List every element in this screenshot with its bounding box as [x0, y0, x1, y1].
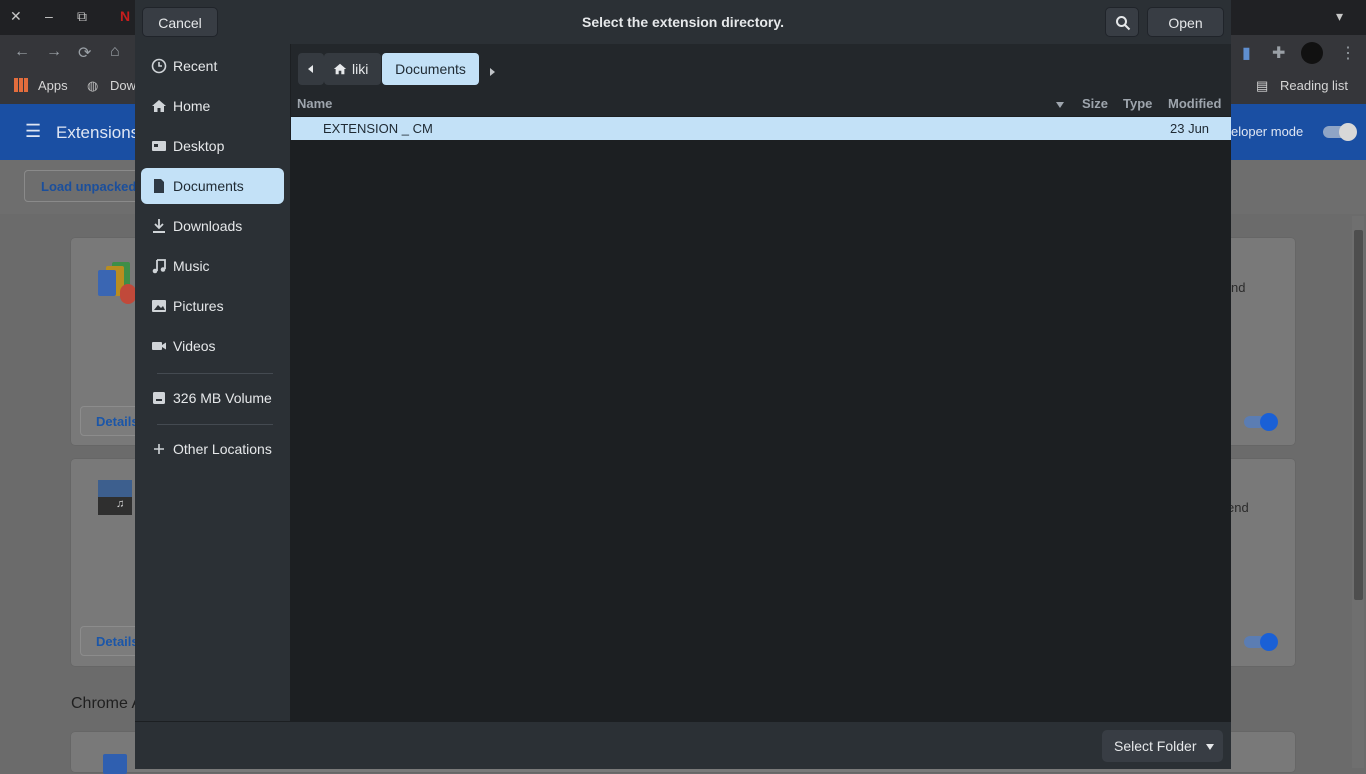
chrome-apps-section-title: Chrome A — [71, 695, 143, 712]
sidebar-item-volume[interactable]: 326 MB Volume — [141, 380, 284, 416]
sidebar-item-desktop[interactable]: Desktop — [141, 128, 284, 164]
card-1-text: nd — [1231, 280, 1246, 295]
sidebar-item-label: Recent — [173, 58, 218, 74]
sidebar-separator — [157, 373, 273, 374]
file-name: EXTENSION _ CM — [323, 121, 433, 136]
tab-search-icon[interactable]: ▾ — [1336, 8, 1343, 25]
load-unpacked-button[interactable]: Load unpacked — [24, 170, 144, 202]
minimize-window-icon[interactable]: – — [45, 8, 53, 24]
reload-icon[interactable]: ⟳ — [78, 43, 91, 63]
file-filter-label: Select Folder — [1114, 738, 1197, 754]
file-filter-select[interactable]: Select Folder — [1102, 730, 1223, 762]
sidebar-item-label: Other Locations — [173, 441, 272, 457]
sidebar-item-downloads[interactable]: Downloads — [141, 208, 284, 244]
avatar[interactable] — [1301, 42, 1323, 64]
file-modified: 23 Jun — [1170, 121, 1210, 136]
extension-logo-1 — [98, 262, 136, 304]
bookmark-apps[interactable]: Apps — [38, 78, 68, 93]
chevron-down-icon — [1206, 744, 1214, 750]
extensions-title: Extensions — [56, 123, 140, 142]
restore-window-icon[interactable]: ⧉ — [77, 8, 87, 25]
page-scrollbar-thumb[interactable] — [1354, 230, 1363, 600]
sort-descending-icon[interactable] — [1055, 101, 1065, 109]
sidebar-item-label: Pictures — [173, 298, 224, 314]
home-icon — [333, 63, 347, 75]
sidebar-item-pictures[interactable]: Pictures — [141, 288, 284, 324]
globe-icon: ◍ — [87, 78, 99, 93]
sidebar-separator — [157, 424, 273, 425]
forward-icon[interactable]: → — [46, 43, 62, 61]
app-logo — [103, 754, 127, 774]
open-button[interactable]: Open — [1147, 7, 1224, 37]
chevron-left-icon — [308, 65, 313, 73]
extension-icon[interactable]: ▮ — [1242, 43, 1251, 63]
sidebar-item-music[interactable]: Music — [141, 248, 284, 284]
path-back-button[interactable] — [298, 53, 324, 85]
sidebar-item-label: Home — [173, 98, 211, 114]
apps-grid-icon[interactable] — [14, 78, 28, 92]
video-icon — [152, 342, 166, 350]
dialog-title: Select the extension directory. — [581, 14, 785, 30]
path-forward-button[interactable] — [487, 64, 497, 82]
path-bar: liki Documents — [291, 44, 1231, 92]
column-size[interactable]: Size — [1082, 96, 1108, 111]
sidebar-item-videos[interactable]: Videos — [141, 328, 284, 364]
column-type[interactable]: Type — [1123, 96, 1152, 111]
desktop-icon — [152, 141, 166, 151]
plus-icon — [154, 444, 164, 454]
back-icon[interactable]: ← — [14, 43, 30, 61]
sidebar-item-label: Desktop — [173, 138, 225, 154]
sidebar-item-label: Videos — [173, 338, 216, 354]
column-name[interactable]: Name — [297, 96, 332, 111]
home-browser-icon[interactable]: ⌂ — [110, 43, 120, 61]
dialog-footer: Select Folder — [135, 721, 1231, 769]
sidebar-item-label: 326 MB Volume — [173, 390, 272, 406]
developer-mode-toggle[interactable] — [1323, 123, 1357, 141]
download-icon — [153, 219, 165, 233]
extension-toggle-2[interactable] — [1244, 633, 1278, 651]
dialog-headerbar: Select the extension directory. Cancel O… — [135, 0, 1231, 44]
sidebar-item-documents[interactable]: Documents — [141, 168, 284, 204]
bookmark-reading-list[interactable]: Reading list — [1280, 78, 1348, 93]
sidebar-item-label: Downloads — [173, 218, 243, 234]
file-chooser-dialog: Select the extension directory. Cancel O… — [135, 0, 1231, 769]
file-list-header: Name Size Type Modified — [291, 92, 1231, 116]
picture-icon — [152, 300, 166, 312]
places-sidebar: Recent Home Desktop Documents Downloads … — [135, 44, 291, 721]
file-row[interactable]: EXTENSION _ CM 23 Jun — [291, 117, 1231, 140]
sidebar-item-other-locations[interactable]: Other Locations — [141, 431, 284, 467]
menu-kebab-icon[interactable]: ⋮ — [1340, 43, 1356, 63]
search-button[interactable] — [1105, 7, 1139, 37]
sidebar-item-home[interactable]: Home — [141, 88, 284, 124]
chevron-right-icon — [490, 68, 495, 76]
close-window-icon[interactable]: ✕ — [10, 8, 22, 25]
file-browser-main: liki Documents Name Size Type Modified E… — [291, 44, 1231, 721]
puzzle-icon[interactable]: ✚ — [1272, 43, 1285, 63]
path-crumb-home-label: liki — [352, 61, 369, 77]
music-icon — [152, 259, 166, 274]
hamburger-icon[interactable]: ☰ — [25, 121, 41, 142]
clock-icon — [151, 58, 167, 74]
bookmark-dow[interactable]: Dow — [110, 78, 136, 93]
developer-mode-label: eloper mode — [1231, 124, 1304, 139]
extension-toggle-1[interactable] — [1244, 413, 1278, 431]
search-icon — [1116, 16, 1131, 31]
path-crumb-documents[interactable]: Documents — [382, 53, 479, 85]
drive-icon — [153, 392, 165, 404]
sidebar-item-label: Documents — [173, 178, 244, 194]
netflix-tab-icon[interactable]: N — [120, 8, 130, 24]
sidebar-item-label: Music — [173, 258, 210, 274]
path-crumb-home[interactable]: liki — [324, 53, 381, 85]
home-icon — [152, 100, 166, 112]
sidebar-item-recent[interactable]: Recent — [141, 48, 284, 84]
document-icon — [154, 179, 164, 193]
path-crumb-documents-label: Documents — [395, 61, 466, 77]
column-modified[interactable]: Modified — [1168, 96, 1221, 111]
reading-list-icon: ▤ — [1256, 78, 1269, 93]
cancel-button[interactable]: Cancel — [142, 7, 218, 37]
extension-logo-2: ♫ — [98, 480, 132, 515]
